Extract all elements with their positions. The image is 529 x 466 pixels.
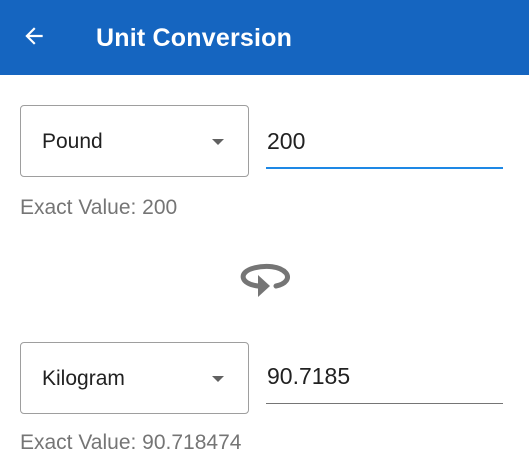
from-exact-value: Exact Value: 200 <box>20 196 178 219</box>
back-button[interactable] <box>16 20 52 56</box>
to-unit-label: Kilogram <box>42 367 125 390</box>
unit-conversion-screen: Unit Conversion Pound 200 Exact Value: 2… <box>0 0 529 466</box>
to-unit-select[interactable]: Kilogram <box>20 342 249 414</box>
swap-rotate-icon <box>232 263 296 308</box>
app-bar: Unit Conversion <box>0 0 529 75</box>
page-title: Unit Conversion <box>96 24 293 52</box>
to-input-underline <box>266 403 503 404</box>
from-value-input[interactable]: 200 <box>266 117 503 169</box>
swap-button[interactable] <box>232 262 296 304</box>
to-exact-value: Exact Value: 90.718474 <box>20 431 242 454</box>
from-input-underline <box>266 167 503 169</box>
from-unit-label: Pound <box>42 130 103 153</box>
dropdown-caret-icon <box>212 139 224 145</box>
dropdown-caret-icon <box>212 376 224 382</box>
from-unit-select[interactable]: Pound <box>20 105 249 177</box>
arrow-back-icon <box>21 23 47 54</box>
from-value-text: 200 <box>267 128 306 154</box>
to-value-text: 90.7185 <box>267 363 351 389</box>
to-value-input[interactable]: 90.7185 <box>266 352 503 404</box>
